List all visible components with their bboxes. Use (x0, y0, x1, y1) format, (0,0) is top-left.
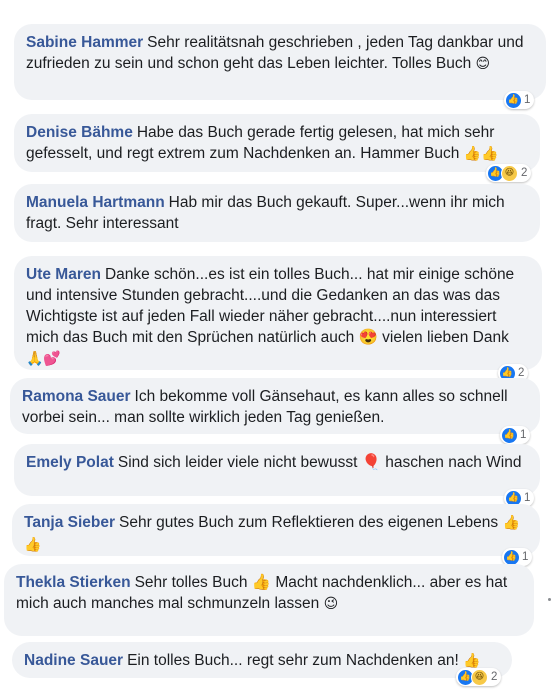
reaction-count[interactable]: 👍 😆 2 (486, 164, 532, 182)
thumbs-up-icon: 👍 (506, 92, 521, 108)
comment-author[interactable]: Emely Polat (26, 454, 114, 471)
reaction-number: 1 (524, 492, 531, 504)
comment-author[interactable]: Denise Bähme (26, 124, 133, 141)
comment-emoji: 😉 (323, 596, 339, 612)
comment-bubble: Tanja Sieber Sehr gutes Buch zum Reflekti… (12, 504, 540, 556)
comment-emoji: 😊 (475, 56, 491, 72)
comment-author[interactable]: Nadine Sauer (24, 652, 123, 669)
comment-bubble: Ramona Sauer Ich bekomme voll Gänsehaut, … (10, 378, 540, 434)
comment-emoji: 🙏💕 (26, 351, 61, 367)
reaction-number: 1 (520, 429, 527, 441)
reaction-count[interactable]: 👍 1 (504, 91, 535, 109)
comment-author[interactable]: Sabine Hammer (26, 34, 143, 51)
reaction-count[interactable]: 👍 😆 2 (456, 668, 502, 686)
reaction-number: 1 (524, 94, 531, 106)
comment-author[interactable]: Ute Maren (26, 266, 101, 283)
haha-icon: 😆 (501, 164, 518, 182)
thumbs-up-icon: 👍 (504, 549, 519, 565)
haha-icon: 😆 (471, 668, 488, 686)
comment-author[interactable]: Ramona Sauer (22, 388, 131, 405)
comment-bubble: Sabine Hammer Sehr realitätsnah geschrieb… (14, 24, 546, 100)
thumbs-up-icon: 👍 (502, 427, 517, 443)
comment-author[interactable]: Thekla Stierken (16, 574, 131, 591)
comment-text: Sind sich leider viele nicht bewusst 🎈 h… (117, 454, 522, 471)
reaction-number: 1 (522, 551, 529, 563)
comment-author[interactable]: Tanja Sieber (24, 514, 115, 531)
more-dot (548, 598, 551, 601)
comment-bubble: Ute Maren Danke schön...es ist ein tolles… (14, 256, 542, 370)
comment-emoji: 👍👍 (463, 146, 499, 162)
reaction-number: 2 (521, 167, 528, 179)
comment-text: Ein tolles Buch... regt sehr zum Nachden… (127, 652, 459, 669)
comment-bubble: Nadine Sauer Ein tolles Buch... regt sehr… (12, 642, 512, 678)
comment-bubble: Denise Bähme Habe das Buch gerade fertig … (14, 114, 540, 172)
comment-author[interactable]: Manuela Hartmann (26, 194, 165, 211)
reaction-number: 2 (491, 671, 498, 683)
comment-emoji: 👍 (463, 653, 481, 669)
reaction-count[interactable]: 👍 1 (500, 426, 531, 444)
comment-bubble: Manuela Hartmann Hab mir das Buch gekauft… (14, 184, 540, 242)
comment-bubble: Emely Polat Sind sich leider viele nicht … (14, 444, 540, 496)
comment-text: Sehr gutes Buch zum Reflektieren des eig… (119, 514, 499, 531)
comment-bubble: Thekla Stierken Sehr tolles Buch 👍 Macht … (4, 564, 534, 636)
